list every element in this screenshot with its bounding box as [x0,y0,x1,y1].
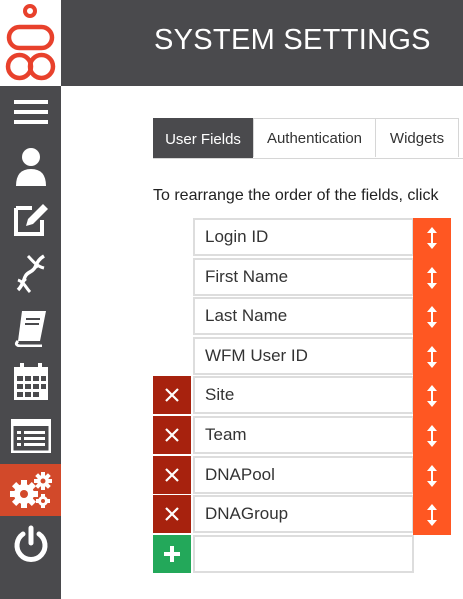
field-label: DNAGroup [205,504,289,523]
vertical-arrows-icon [427,346,437,368]
page-title: SYSTEM SETTINGS [154,24,431,56]
field-input[interactable]: WFM User ID [193,337,414,375]
delete-field-button[interactable] [153,416,191,454]
field-label: Site [205,385,235,404]
dna-icon[interactable] [0,248,61,300]
user-icon[interactable] [0,140,61,192]
sidebar [0,0,61,599]
drag-handle[interactable] [413,495,451,535]
delete-field-button[interactable] [153,456,191,494]
genesys-logo-icon [0,0,61,86]
drag-handle[interactable] [413,456,451,496]
field-input[interactable]: Last Name [193,297,414,335]
instructions-text: To rearrange the order of the fields, cl… [153,187,439,204]
field-input[interactable]: DNAPool [193,456,414,494]
close-icon [165,507,179,521]
hamburger-menu-icon[interactable] [0,86,61,138]
power-icon[interactable] [0,518,61,570]
new-field-input[interactable] [193,535,414,573]
add-field-button[interactable] [153,535,191,573]
book-icon[interactable] [0,302,61,354]
field-label: Team [205,425,247,444]
header-bar: SYSTEM SETTINGS [61,0,463,86]
tabs-divider [153,158,463,159]
plus-icon [164,546,180,562]
field-input[interactable]: Team [193,416,414,454]
tab-user-fields[interactable]: User Fields [153,118,253,159]
vertical-arrows-icon [427,267,437,289]
vertical-arrows-icon [427,306,437,328]
vertical-arrows-icon [427,385,437,407]
field-label: Last Name [205,306,288,325]
delete-field-button[interactable] [153,376,191,414]
gears-icon[interactable] [0,464,61,516]
drag-handle[interactable] [413,218,451,258]
field-input[interactable]: DNAGroup [193,495,414,533]
edit-icon[interactable] [0,193,61,245]
field-input[interactable]: Site [193,376,414,414]
close-icon [165,388,179,402]
drag-handle[interactable] [413,337,451,377]
tab-widgets[interactable]: Widgets [375,118,459,157]
field-label: Login ID [205,227,269,246]
drag-handle[interactable] [413,416,451,456]
list-icon[interactable] [0,410,61,462]
delete-field-button[interactable] [153,495,191,533]
vertical-arrows-icon [427,227,437,249]
drag-handle[interactable] [413,376,451,416]
vertical-arrows-icon [427,425,437,447]
tab-authentication[interactable]: Authentication [253,118,376,157]
field-label: WFM User ID [205,346,308,365]
vertical-arrows-icon [427,504,437,526]
close-icon [165,468,179,482]
vertical-arrows-icon [427,465,437,487]
field-label: DNAPool [205,465,275,484]
drag-handle[interactable] [413,297,451,337]
field-input[interactable]: First Name [193,258,414,296]
drag-handle[interactable] [413,258,451,298]
close-icon [165,428,179,442]
settings-tabs: User Fields Authentication Widgets [153,118,463,159]
field-label: First Name [205,267,289,286]
field-input[interactable]: Login ID [193,218,414,256]
calendar-icon[interactable] [0,356,61,408]
